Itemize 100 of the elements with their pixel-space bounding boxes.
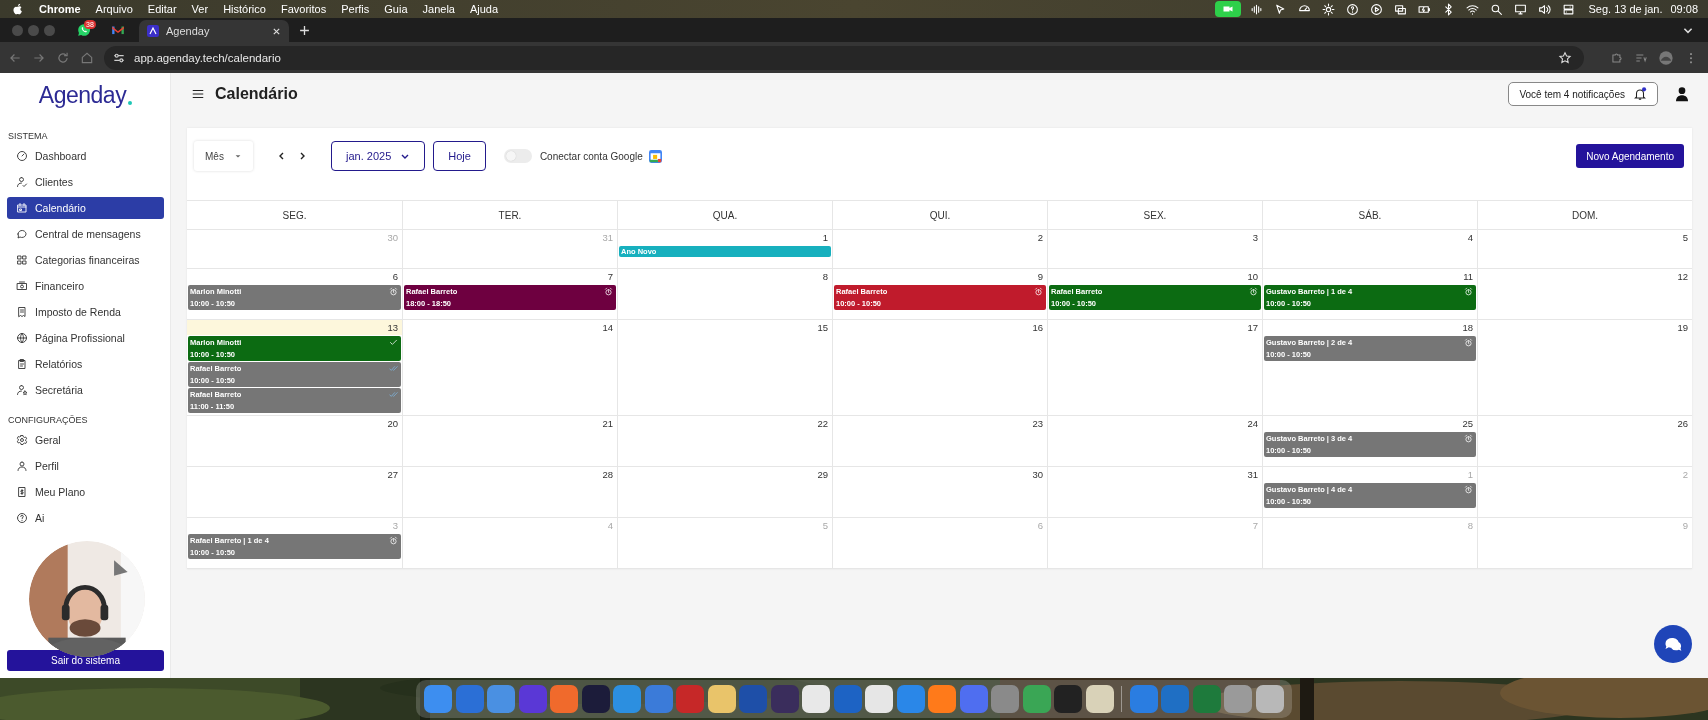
- home-icon[interactable]: [80, 50, 94, 65]
- menu-item[interactable]: Guia: [384, 3, 408, 15]
- alarm-clock-icon: [1464, 338, 1473, 347]
- check-icon: [389, 338, 398, 347]
- alarm-clock-icon: [389, 536, 398, 545]
- volume-icon[interactable]: [1538, 2, 1552, 16]
- app-icon[interactable]: [1255, 685, 1284, 713]
- day-number: 1: [1467, 469, 1473, 480]
- user-check-icon: [16, 176, 28, 188]
- menu-app-name[interactable]: Chrome: [39, 3, 81, 15]
- day-number: 17: [1247, 322, 1258, 333]
- app-icon[interactable]: [1224, 685, 1253, 713]
- day-number: 6: [1037, 520, 1043, 531]
- menu-item[interactable]: Editar: [147, 3, 177, 15]
- today-button[interactable]: Hoje: [433, 141, 486, 171]
- day-number: 21: [602, 418, 613, 429]
- sidebar-item[interactable]: Dashboard: [7, 145, 164, 167]
- toggle-switch[interactable]: [503, 149, 532, 163]
- sidebar-item[interactable]: Página Profissional: [7, 327, 164, 349]
- sidebar-item[interactable]: Central de mensagens: [7, 223, 164, 245]
- day-number: 29: [817, 469, 828, 480]
- app-icon[interactable]: [550, 685, 579, 713]
- clipboard-icon: [16, 358, 28, 370]
- close-icon[interactable]: [272, 26, 281, 36]
- day-number: 18: [1462, 322, 1473, 333]
- globe-icon: [16, 332, 28, 344]
- menu-item[interactable]: Ver: [191, 3, 209, 15]
- question-icon[interactable]: [1346, 2, 1360, 16]
- sun-icon[interactable]: [1322, 2, 1336, 16]
- puzzle-icon[interactable]: [1610, 50, 1624, 65]
- month-button[interactable]: jan. 2025: [331, 141, 426, 171]
- day-number: 19: [1677, 322, 1688, 333]
- waveform-icon[interactable]: [1250, 2, 1264, 16]
- minimize-window-button[interactable]: [28, 24, 39, 36]
- windows-icon[interactable]: [1394, 2, 1408, 16]
- app-icon[interactable]: [865, 685, 894, 713]
- alarm-clock-icon: [1464, 287, 1473, 296]
- sidebar-item[interactable]: Imposto de Renda: [7, 301, 164, 323]
- wifi-icon[interactable]: [1466, 2, 1480, 16]
- day-number: 22: [817, 418, 828, 429]
- close-window-button[interactable]: [12, 24, 23, 36]
- star-icon[interactable]: [1558, 50, 1572, 65]
- app-icon[interactable]: [707, 685, 736, 713]
- day-number: 8: [1467, 520, 1473, 531]
- app-icon[interactable]: [1085, 685, 1114, 713]
- sidebar-item[interactable]: Perfil: [7, 455, 164, 477]
- app-icon[interactable]: [487, 685, 516, 713]
- search-icon[interactable]: [1490, 2, 1504, 16]
- notifications-button[interactable]: Você tem 4 notificações: [1508, 82, 1658, 106]
- sidebar-item[interactable]: Meu Plano: [7, 481, 164, 503]
- toggles-icon[interactable]: [1562, 2, 1576, 16]
- user-icon[interactable]: [1674, 85, 1690, 103]
- alarm-clock-icon: [1249, 287, 1258, 296]
- alarm-clock-icon: [389, 287, 398, 296]
- menu-item[interactable]: Favoritos: [280, 3, 327, 15]
- profile-avatar-icon[interactable]: [1658, 49, 1674, 66]
- app-icon[interactable]: [802, 685, 831, 713]
- apple-icon[interactable]: [12, 2, 23, 16]
- menubar-date: Seg. 13 de jan.: [1588, 3, 1663, 15]
- menu-item[interactable]: Ajuda: [469, 3, 499, 15]
- app-icon[interactable]: [1022, 685, 1051, 713]
- sidebar-item[interactable]: Categorias financeiras: [7, 249, 164, 271]
- day-number: 2: [1037, 232, 1043, 243]
- tab-title: Agenday: [166, 25, 211, 37]
- menu-item[interactable]: Arquivo: [95, 3, 133, 15]
- new-appointment-button[interactable]: Novo Agendamento: [1576, 144, 1684, 168]
- sidebar-item[interactable]: Geral: [7, 429, 164, 451]
- new-tab-icon[interactable]: [299, 24, 310, 36]
- gauge-icon: [16, 150, 28, 162]
- play-icon[interactable]: [1370, 2, 1384, 16]
- browser-tab[interactable]: Agenday: [139, 20, 289, 42]
- reload-icon[interactable]: [56, 50, 70, 65]
- menu-item[interactable]: Janela: [422, 3, 455, 15]
- alarm-clock-icon: [1464, 434, 1473, 443]
- sidebar-item[interactable]: Financeiro: [7, 275, 164, 297]
- day-number: 23: [1032, 418, 1043, 429]
- logout-button[interactable]: Sair do sistema: [7, 650, 164, 671]
- weekday-header: SEG.: [281, 208, 308, 223]
- video-camera-icon[interactable]: [1215, 1, 1242, 17]
- document-icon: [16, 486, 28, 498]
- sidebar-item[interactable]: Ai: [7, 507, 164, 529]
- menu-icon[interactable]: [191, 87, 205, 101]
- day-number: 5: [822, 520, 828, 531]
- day-number: 9: [1037, 271, 1043, 282]
- chat-button[interactable]: [1654, 625, 1692, 663]
- view-select[interactable]: Mês: [194, 141, 253, 171]
- sidebar-item[interactable]: Clientes: [7, 171, 164, 193]
- sidebar-item[interactable]: Relatórios: [7, 353, 164, 375]
- address-field[interactable]: app.agenday.tech/calendario: [104, 45, 1584, 70]
- user-star-icon: [16, 384, 28, 396]
- sidebar-item[interactable]: Secretária: [7, 379, 164, 401]
- gear-icon: [16, 434, 28, 446]
- app-icon[interactable]: [928, 685, 957, 713]
- sidebar-item[interactable]: Calendário: [7, 197, 164, 219]
- menu-item[interactable]: Histórico: [223, 3, 266, 15]
- display-icon[interactable]: [1514, 2, 1528, 16]
- day-number: 3: [1252, 232, 1258, 243]
- maximize-window-button[interactable]: [44, 24, 55, 36]
- site-logo-icon: [147, 25, 159, 37]
- menu-item[interactable]: Perfis: [341, 3, 370, 15]
